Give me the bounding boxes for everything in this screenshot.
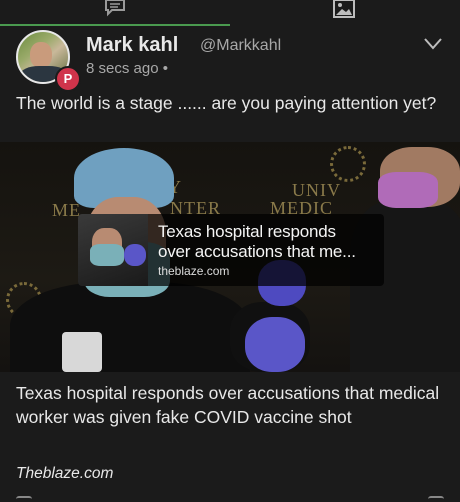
link-title: Texas hospital responds over accusations… bbox=[158, 222, 378, 262]
link-title-line-1: Texas hospital responds bbox=[158, 222, 336, 241]
link-preview-card[interactable]: Texas hospital responds over accusations… bbox=[78, 214, 384, 286]
post-text: The world is a stage ...... are you payi… bbox=[16, 93, 437, 113]
link-domain: theblaze.com bbox=[158, 264, 230, 278]
author-name[interactable]: Mark kahl bbox=[86, 34, 178, 57]
image-icon[interactable] bbox=[333, 0, 355, 18]
bottom-action-bar-hint bbox=[0, 496, 460, 500]
chevron-down-icon[interactable] bbox=[424, 38, 442, 50]
platform-badge: P bbox=[55, 66, 81, 92]
top-tab-bar bbox=[0, 0, 460, 26]
comment-icon[interactable] bbox=[104, 0, 126, 18]
article-source[interactable]: Theblaze.com bbox=[16, 465, 113, 483]
sign-text-me: ME bbox=[52, 200, 81, 220]
link-title-line-2: over accusations that me... bbox=[158, 242, 356, 261]
author-handle[interactable]: @Markkahl bbox=[200, 37, 281, 55]
link-thumbnail bbox=[78, 214, 148, 286]
post-header: P Mark kahl @Markkahl 8 secs ago • bbox=[0, 26, 460, 92]
post-timestamp: 8 secs ago • bbox=[86, 60, 168, 77]
article-headline[interactable]: Texas hospital responds over accusations… bbox=[16, 381, 446, 429]
link-media-image[interactable]: ME Y NTER UNIV MEDIC Texas hospital resp… bbox=[0, 142, 460, 372]
